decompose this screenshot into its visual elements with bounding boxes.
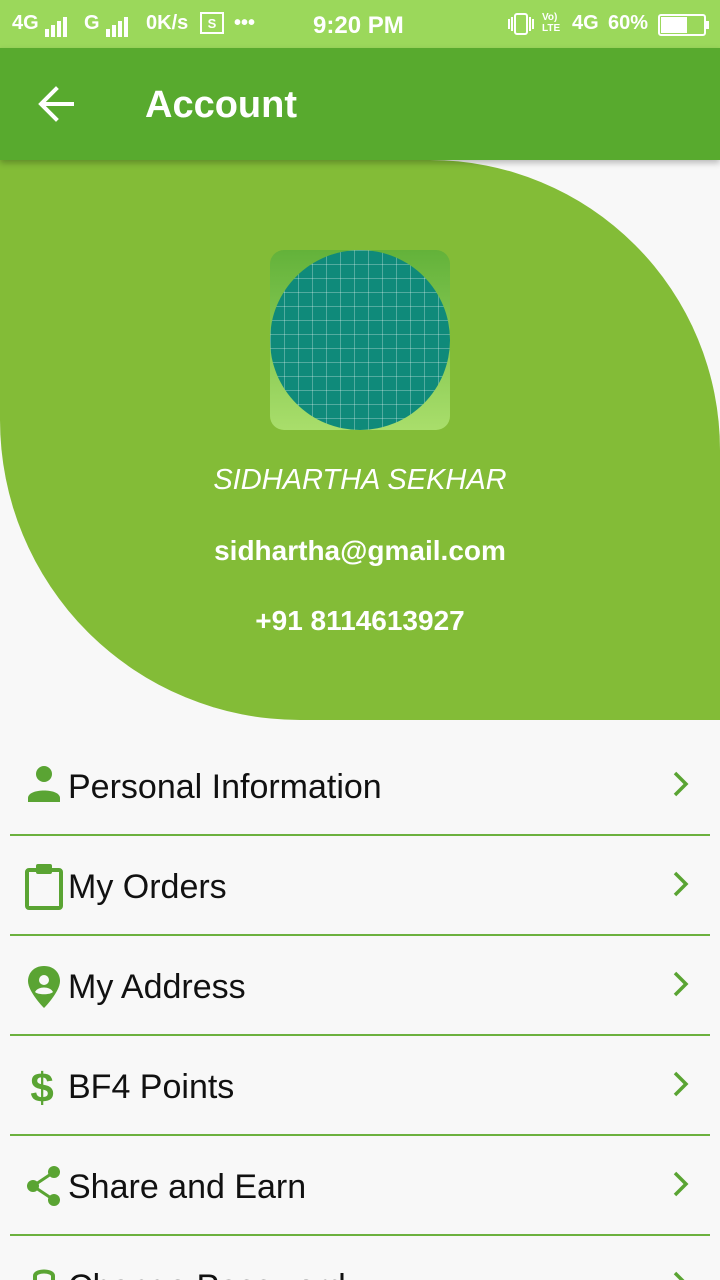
menu-item-bf4-points[interactable]: $ BF4 Points xyxy=(10,1036,710,1136)
chevron-right-icon xyxy=(673,1171,689,1197)
back-button[interactable] xyxy=(26,76,86,132)
menu-item-my-orders[interactable]: My Orders xyxy=(10,836,710,936)
profile-phone: +91 8114613927 xyxy=(255,605,465,636)
signal-icon-2 xyxy=(106,14,130,37)
chevron-right-icon xyxy=(673,1271,685,1280)
status-time: 9:20 PM xyxy=(313,12,404,39)
app-bar: Account xyxy=(0,48,720,160)
lock-icon xyxy=(33,1269,55,1280)
menu-item-label: My Address xyxy=(68,968,246,1006)
battery-percent: 60% xyxy=(608,12,649,34)
chevron-right-icon xyxy=(673,971,689,997)
overflow-dots: ••• xyxy=(234,12,256,34)
vibrate-icon xyxy=(506,12,536,42)
account-menu: Personal Information My Orders My Addres… xyxy=(10,736,710,1280)
network-speed: 0K/s xyxy=(146,12,189,34)
menu-item-label: BF4 Points xyxy=(68,1068,235,1106)
share-icon xyxy=(27,1166,60,1206)
status-bar: 4G G 0K/s S ••• 9:20 PM Vo) LTE 4G 60% xyxy=(0,0,720,48)
page-title: Account xyxy=(145,84,297,126)
avatar-image xyxy=(270,250,450,430)
menu-item-label: Change Password xyxy=(68,1268,346,1280)
network-type-3: 4G xyxy=(572,12,599,34)
svg-text:S: S xyxy=(208,16,217,31)
location-pin-icon xyxy=(28,966,60,1008)
chevron-right-icon xyxy=(673,871,689,897)
menu-item-label: My Orders xyxy=(68,868,227,906)
clipboard-icon xyxy=(25,864,63,910)
screenshot-icon: S xyxy=(200,12,224,40)
menu-item-share-and-earn[interactable]: Share and Earn xyxy=(10,1136,710,1236)
menu-item-personal-information[interactable]: Personal Information xyxy=(10,736,710,836)
arrow-back-icon xyxy=(38,86,74,122)
profile-name: SIDHARTHA SEKHAR xyxy=(213,464,507,496)
network-type-1: 4G xyxy=(12,12,39,34)
menu-item-label: Personal Information xyxy=(68,768,382,806)
profile-email: sidhartha@gmail.com xyxy=(214,535,506,566)
person-icon xyxy=(28,766,60,802)
menu-item-change-password[interactable]: Change Password xyxy=(10,1236,710,1280)
signal-icon-1 xyxy=(45,14,69,37)
svg-text:$: $ xyxy=(30,1064,53,1110)
dollar-icon: $ xyxy=(30,1064,53,1110)
chevron-right-icon xyxy=(673,771,689,797)
chevron-right-icon xyxy=(673,1071,689,1097)
menu-item-my-address[interactable]: My Address xyxy=(10,936,710,1036)
battery-icon xyxy=(658,14,710,42)
network-type-2: G xyxy=(84,12,100,34)
volte-badge: Vo) LTE xyxy=(542,12,561,34)
avatar[interactable] xyxy=(270,250,450,430)
menu-item-label: Share and Earn xyxy=(68,1168,307,1206)
